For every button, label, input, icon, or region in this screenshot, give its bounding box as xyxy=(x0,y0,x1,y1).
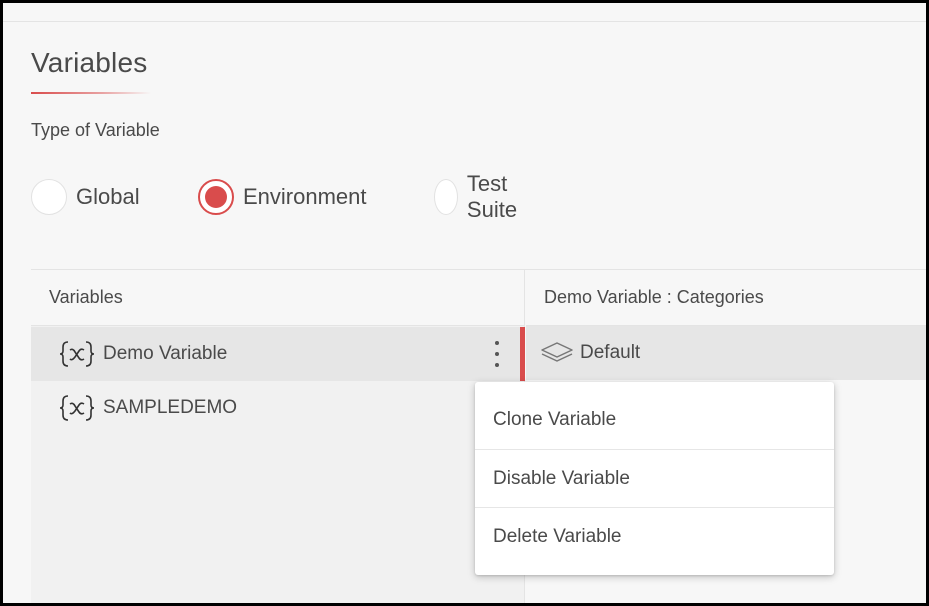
variable-name: SAMPLEDEMO xyxy=(103,397,238,418)
curly-x-icon xyxy=(59,395,95,421)
variable-type-label: Type of Variable xyxy=(31,120,160,140)
radio-test-suite[interactable]: Test Suite xyxy=(434,171,529,222)
curly-x-icon xyxy=(59,341,95,367)
category-name: Default xyxy=(580,342,641,363)
menu-item-delete-variable[interactable]: Delete Variable xyxy=(475,508,834,566)
radio-test-suite-circle[interactable] xyxy=(434,179,458,215)
title-underline xyxy=(31,92,151,94)
app-window: Variables Type of Variable Global Enviro… xyxy=(3,3,926,603)
selected-indicator xyxy=(520,327,525,381)
variable-context-menu: Clone Variable Disable Variable Delete V… xyxy=(475,382,834,575)
menu-item-clone-variable[interactable]: Clone Variable xyxy=(475,382,834,450)
variables-list-header: Variables xyxy=(31,270,524,326)
category-item-default[interactable]: Default xyxy=(526,326,926,380)
radio-global[interactable]: Global xyxy=(31,178,140,216)
page-title: Variables xyxy=(31,47,148,78)
radio-global-label: Global xyxy=(76,184,140,209)
radio-global-circle[interactable] xyxy=(31,179,67,215)
variable-item-sampledemo[interactable]: SAMPLEDEMO xyxy=(31,381,525,435)
layers-icon xyxy=(541,342,573,362)
radio-environment-circle[interactable] xyxy=(198,179,234,215)
radio-test-suite-label: Test Suite xyxy=(466,171,518,222)
menu-item-disable-variable[interactable]: Disable Variable xyxy=(475,450,834,508)
radio-environment-label: Environment xyxy=(243,184,367,209)
variable-name: Demo Variable xyxy=(103,343,228,364)
more-options-icon[interactable] xyxy=(487,339,507,369)
radio-environment[interactable]: Environment xyxy=(198,178,367,216)
radio-selected-dot xyxy=(205,186,227,208)
variables-list-panel: Variables Demo Variable SAMPLEDEMO xyxy=(31,270,525,603)
top-bar xyxy=(3,3,926,22)
variable-item-demo-variable[interactable]: Demo Variable xyxy=(31,327,525,381)
categories-header: Demo Variable : Categories xyxy=(526,270,926,326)
